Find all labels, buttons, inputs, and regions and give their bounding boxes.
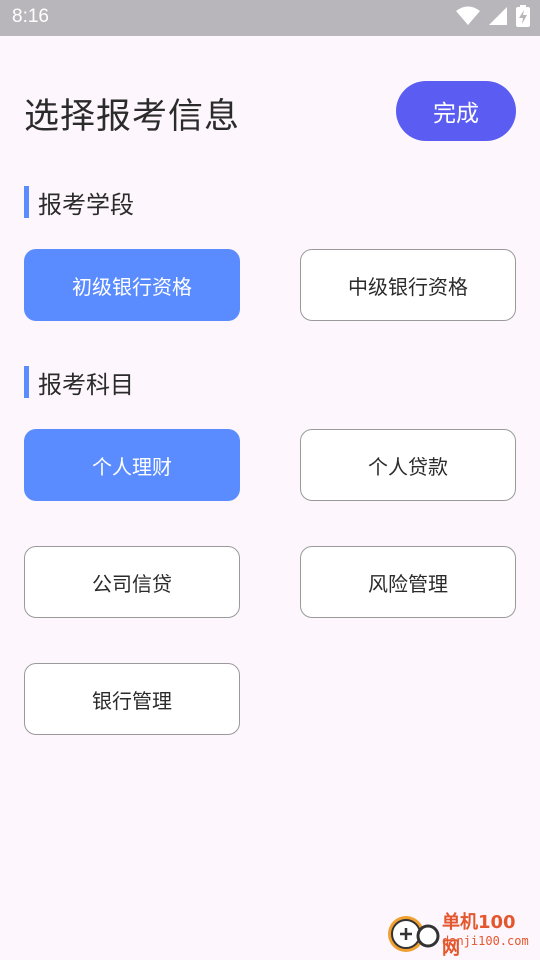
section-accent-bar [24,186,29,218]
option-subject-bank-management[interactable]: 银行管理 [24,663,240,735]
option-subject-personal-loans[interactable]: 个人贷款 [300,429,516,501]
section-header-subject: 报考科目 [24,366,134,399]
option-subject-risk-management[interactable]: 风险管理 [300,546,516,618]
section-header-stage: 报考学段 [24,186,134,219]
option-subject-personal-finance[interactable]: 个人理财 [24,429,240,501]
battery-charging-icon [516,5,530,31]
status-time: 8:16 [12,6,49,27]
watermark-logo-icon [388,916,440,952]
page-title: 选择报考信息 [24,97,241,137]
section-accent-bar [24,366,29,398]
wifi-icon [456,6,480,30]
status-icons [456,5,530,31]
option-stage-intermediate[interactable]: 中级银行资格 [300,249,516,321]
status-bar: 8:16 [0,0,540,36]
watermark-subtext: danji100.com [442,934,529,948]
section-title-stage: 报考学段 [38,190,134,219]
done-button[interactable]: 完成 [396,81,516,141]
option-subject-corporate-credit[interactable]: 公司信贷 [24,546,240,618]
option-stage-junior[interactable]: 初级银行资格 [24,249,240,321]
signal-icon [488,6,508,30]
watermark: 单机100网 danji100.com [386,904,532,959]
section-title-subject: 报考科目 [38,370,134,399]
